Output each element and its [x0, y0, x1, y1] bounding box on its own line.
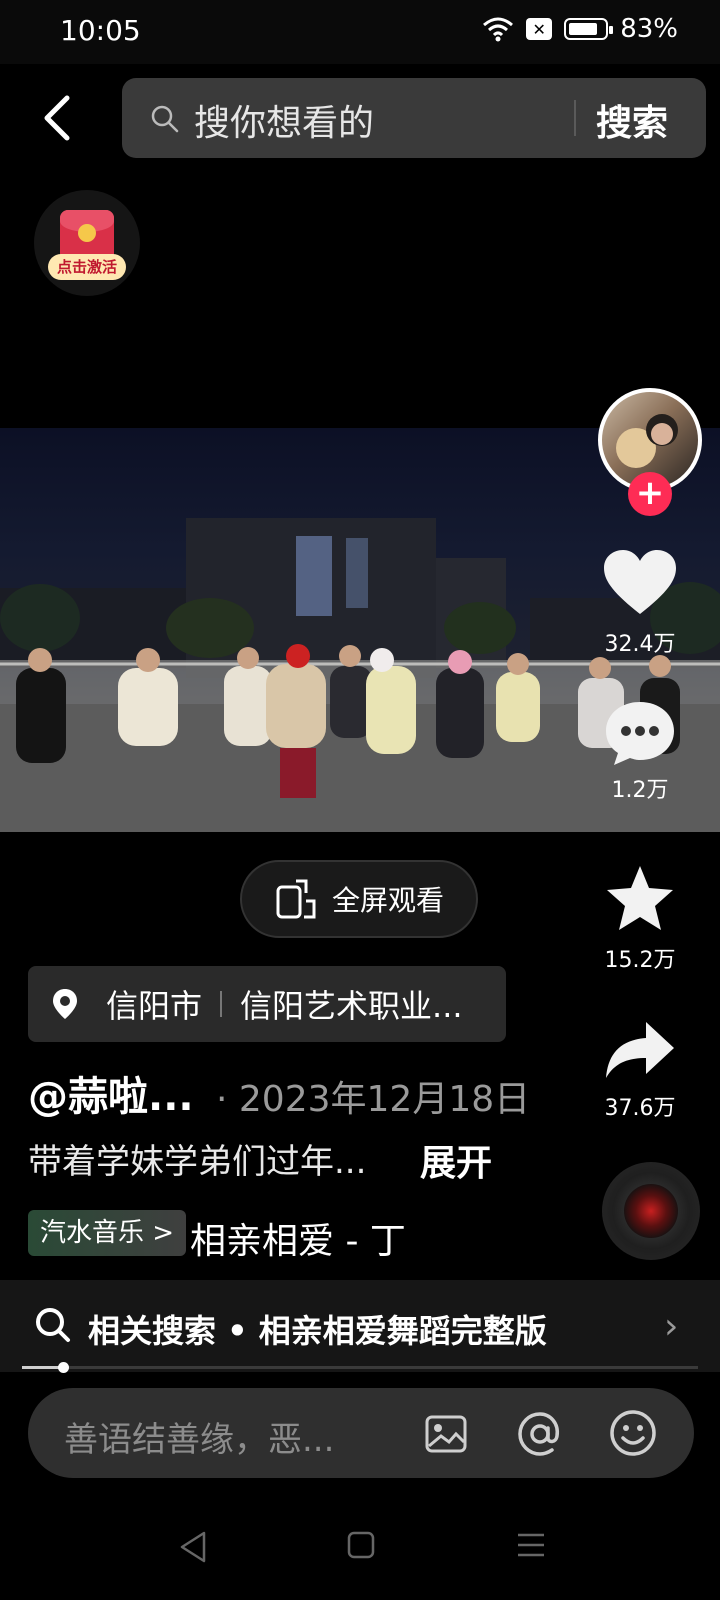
search-divider	[574, 100, 576, 136]
song-title[interactable]: 相亲相爱 - 丁	[190, 1212, 412, 1264]
status-icons: ✕ 83%	[482, 14, 678, 44]
battery-icon	[564, 18, 614, 40]
rotate-screen-icon	[276, 879, 316, 919]
follow-button[interactable]: +	[628, 472, 672, 516]
wifi-icon	[483, 17, 514, 42]
comment-count: 1.2万	[611, 778, 669, 803]
progress-thumb[interactable]	[58, 1362, 69, 1373]
star-icon	[607, 866, 673, 930]
music-cover-icon	[624, 1184, 678, 1238]
related-search-text: 相关搜索 • 相亲相爱舞蹈完整版	[88, 1312, 547, 1350]
favorite-button[interactable]: 15.2万	[580, 864, 700, 974]
share-count: 37.6万	[604, 1096, 676, 1121]
status-time: 10:05	[60, 14, 141, 47]
search-button[interactable]: 搜索	[596, 94, 668, 146]
like-count: 32.4万	[604, 632, 676, 657]
chevron-right-icon: ›	[664, 1306, 679, 1347]
no-sim-icon: ✕	[526, 18, 553, 40]
search-icon	[151, 105, 179, 133]
related-search-bar[interactable]: 相关搜索 • 相亲相爱舞蹈完整版 ›	[0, 1280, 720, 1372]
back-button[interactable]	[30, 86, 82, 150]
location-separator	[220, 991, 223, 1017]
favorite-count: 15.2万	[604, 948, 676, 973]
search-bar[interactable]: 搜你想看的 搜索	[122, 78, 706, 158]
nav-menu-icon[interactable]	[516, 1530, 546, 1560]
comment-input[interactable]: 善语结善缘，恶...	[64, 1412, 334, 1461]
music-app-tag[interactable]: 汽水音乐 >	[28, 1210, 187, 1256]
system-navigation-bar	[0, 1500, 720, 1600]
nav-home-icon[interactable]	[346, 1530, 376, 1560]
music-disc[interactable]	[602, 1162, 700, 1260]
post-date: · 2023年12月18日	[216, 1079, 531, 1120]
playback-progress-bar[interactable]	[22, 1362, 698, 1373]
location-pin-icon	[53, 989, 77, 1019]
emoji-icon[interactable]	[608, 1408, 658, 1458]
nav-back-icon[interactable]	[178, 1530, 208, 1564]
like-button[interactable]: 32.4万	[580, 548, 700, 658]
heart-icon	[604, 550, 676, 614]
image-icon[interactable]	[424, 1412, 468, 1456]
comment-button[interactable]: 1.2万	[580, 698, 700, 804]
fullscreen-label: 全屏观看	[331, 884, 444, 917]
search-input[interactable]: 搜你想看的	[194, 94, 374, 146]
red-packet-label: 点击激活	[48, 254, 126, 280]
comment-icon	[606, 702, 674, 765]
expand-caption-button[interactable]: 展开	[420, 1134, 492, 1186]
share-button[interactable]: 37.6万	[580, 1020, 700, 1122]
red-packet-widget[interactable]: 点击激活	[34, 190, 140, 296]
search-icon	[36, 1308, 70, 1342]
progress-fill	[22, 1366, 63, 1369]
back-arrow-icon	[44, 95, 70, 141]
location-tag[interactable]: 信阳市 信阳艺术职业...	[28, 966, 506, 1042]
author-name[interactable]: @蒜啦...	[28, 1064, 194, 1122]
status-bar: 10:05 ✕ 83%	[0, 0, 720, 64]
location-place: 信阳艺术职业...	[240, 987, 463, 1025]
battery-percent: 83%	[620, 14, 678, 44]
fullscreen-button[interactable]: 全屏观看	[240, 860, 478, 938]
at-mention-icon[interactable]	[516, 1410, 564, 1458]
video-caption: 带着学妹学弟们过年...	[28, 1142, 367, 1182]
location-city: 信阳市	[106, 987, 203, 1025]
battery-level-fill	[569, 23, 598, 35]
envelope-coin	[78, 224, 96, 242]
comment-input-bar[interactable]: 善语结善缘，恶...	[28, 1388, 694, 1478]
share-arrow-icon	[606, 1022, 674, 1078]
